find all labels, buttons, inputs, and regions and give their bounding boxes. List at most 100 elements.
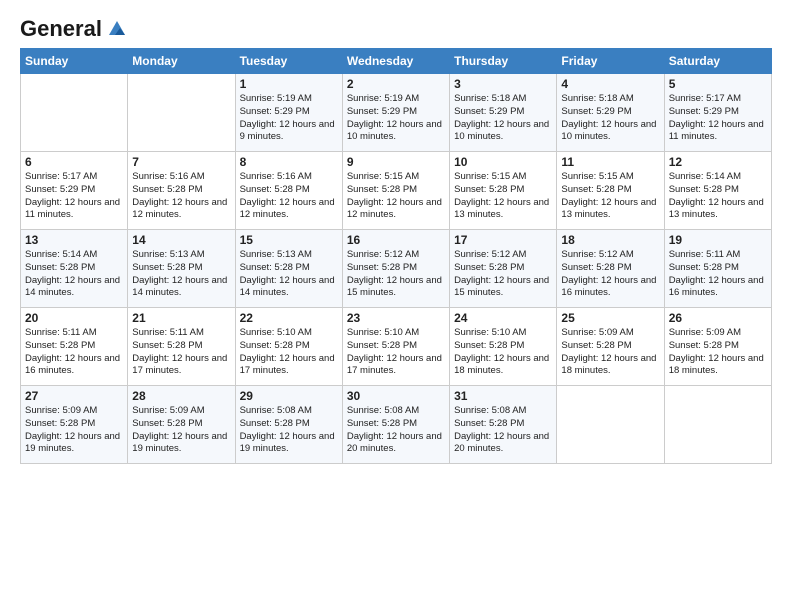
day-info: Sunrise: 5:12 AMSunset: 5:28 PMDaylight:… <box>347 249 445 300</box>
day-cell-23: 23 Sunrise: 5:10 AMSunset: 5:28 PMDayligh… <box>342 308 449 386</box>
day-cell-18: 18 Sunrise: 5:12 AMSunset: 5:28 PMDayligh… <box>557 230 664 308</box>
week-row-4: 20 Sunrise: 5:11 AMSunset: 5:28 PMDayligh… <box>21 308 772 386</box>
weekday-header-wednesday: Wednesday <box>342 49 449 74</box>
day-cell-29: 29Sunrise: 5:08 AMSunset: 5:28 PMDayligh… <box>235 386 342 464</box>
top-bar: General <box>20 16 772 40</box>
day-info: Sunrise: 5:14 AMSunset: 5:28 PMDaylight:… <box>25 249 123 300</box>
day-number: 12 <box>669 155 767 169</box>
day-cell-12: 12 Sunrise: 5:14 AMSunset: 5:28 PMDayligh… <box>664 152 771 230</box>
day-number: 19 <box>669 233 767 247</box>
weekday-header-saturday: Saturday <box>664 49 771 74</box>
day-number: 22 <box>240 311 338 325</box>
day-number: 24 <box>454 311 552 325</box>
day-cell-16: 16 Sunrise: 5:12 AMSunset: 5:28 PMDayligh… <box>342 230 449 308</box>
day-cell-5: 5 Sunrise: 5:17 AMSunset: 5:29 PMDaylight… <box>664 74 771 152</box>
week-row-3: 13Sunrise: 5:14 AMSunset: 5:28 PMDayligh… <box>21 230 772 308</box>
empty-cell <box>664 386 771 464</box>
day-info: Sunrise: 5:10 AMSunset: 5:28 PMDaylight:… <box>240 327 338 378</box>
day-number: 4 <box>561 77 659 91</box>
day-cell-1: 1Sunrise: 5:19 AMSunset: 5:29 PMDaylight… <box>235 74 342 152</box>
day-number: 9 <box>347 155 445 169</box>
day-number: 7 <box>132 155 230 169</box>
day-number: 21 <box>132 311 230 325</box>
day-info: Sunrise: 5:18 AMSunset: 5:29 PMDaylight:… <box>454 93 552 144</box>
day-number: 18 <box>561 233 659 247</box>
day-info: Sunrise: 5:15 AMSunset: 5:28 PMDaylight:… <box>561 171 659 222</box>
day-number: 28 <box>132 389 230 403</box>
day-info: Sunrise: 5:16 AMSunset: 5:28 PMDaylight:… <box>240 171 338 222</box>
day-info: Sunrise: 5:11 AMSunset: 5:28 PMDaylight:… <box>25 327 123 378</box>
day-cell-7: 7 Sunrise: 5:16 AMSunset: 5:28 PMDaylight… <box>128 152 235 230</box>
day-info: Sunrise: 5:18 AMSunset: 5:29 PMDaylight:… <box>561 93 659 144</box>
day-info: Sunrise: 5:19 AMSunset: 5:29 PMDaylight:… <box>240 93 338 144</box>
empty-cell <box>21 74 128 152</box>
day-info: Sunrise: 5:09 AMSunset: 5:28 PMDaylight:… <box>25 405 123 456</box>
logo-general-text: General <box>20 16 102 42</box>
day-info: Sunrise: 5:08 AMSunset: 5:28 PMDaylight:… <box>347 405 445 456</box>
day-cell-30: 30 Sunrise: 5:08 AMSunset: 5:28 PMDayligh… <box>342 386 449 464</box>
week-row-1: 1Sunrise: 5:19 AMSunset: 5:29 PMDaylight… <box>21 74 772 152</box>
day-number: 5 <box>669 77 767 91</box>
day-cell-13: 13Sunrise: 5:14 AMSunset: 5:28 PMDayligh… <box>21 230 128 308</box>
weekday-header-friday: Friday <box>557 49 664 74</box>
day-cell-22: 22 Sunrise: 5:10 AMSunset: 5:28 PMDayligh… <box>235 308 342 386</box>
day-cell-3: 3 Sunrise: 5:18 AMSunset: 5:29 PMDaylight… <box>450 74 557 152</box>
day-number: 29 <box>240 389 338 403</box>
day-cell-10: 10 Sunrise: 5:15 AMSunset: 5:28 PMDayligh… <box>450 152 557 230</box>
day-number: 23 <box>347 311 445 325</box>
day-number: 2 <box>347 77 445 91</box>
weekday-header-tuesday: Tuesday <box>235 49 342 74</box>
day-info: Sunrise: 5:13 AMSunset: 5:28 PMDaylight:… <box>132 249 230 300</box>
week-row-5: 27 Sunrise: 5:09 AMSunset: 5:28 PMDayligh… <box>21 386 772 464</box>
day-cell-24: 24 Sunrise: 5:10 AMSunset: 5:28 PMDayligh… <box>450 308 557 386</box>
day-cell-9: 9 Sunrise: 5:15 AMSunset: 5:28 PMDaylight… <box>342 152 449 230</box>
calendar-table: SundayMondayTuesdayWednesdayThursdayFrid… <box>20 48 772 464</box>
day-cell-11: 11Sunrise: 5:15 AMSunset: 5:28 PMDayligh… <box>557 152 664 230</box>
day-cell-17: 17 Sunrise: 5:12 AMSunset: 5:28 PMDayligh… <box>450 230 557 308</box>
day-number: 3 <box>454 77 552 91</box>
day-cell-20: 20 Sunrise: 5:11 AMSunset: 5:28 PMDayligh… <box>21 308 128 386</box>
day-info: Sunrise: 5:09 AMSunset: 5:28 PMDaylight:… <box>669 327 767 378</box>
day-number: 10 <box>454 155 552 169</box>
day-cell-25: 25Sunrise: 5:09 AMSunset: 5:28 PMDayligh… <box>557 308 664 386</box>
day-number: 16 <box>347 233 445 247</box>
day-cell-27: 27 Sunrise: 5:09 AMSunset: 5:28 PMDayligh… <box>21 386 128 464</box>
day-info: Sunrise: 5:15 AMSunset: 5:28 PMDaylight:… <box>454 171 552 222</box>
weekday-header-sunday: Sunday <box>21 49 128 74</box>
day-number: 20 <box>25 311 123 325</box>
day-number: 26 <box>669 311 767 325</box>
day-info: Sunrise: 5:09 AMSunset: 5:28 PMDaylight:… <box>132 405 230 456</box>
day-cell-31: 31Sunrise: 5:08 AMSunset: 5:28 PMDayligh… <box>450 386 557 464</box>
day-info: Sunrise: 5:13 AMSunset: 5:28 PMDaylight:… <box>240 249 338 300</box>
week-row-2: 6Sunrise: 5:17 AMSunset: 5:29 PMDaylight… <box>21 152 772 230</box>
day-info: Sunrise: 5:11 AMSunset: 5:28 PMDaylight:… <box>669 249 767 300</box>
day-number: 15 <box>240 233 338 247</box>
day-number: 30 <box>347 389 445 403</box>
day-info: Sunrise: 5:19 AMSunset: 5:29 PMDaylight:… <box>347 93 445 144</box>
day-info: Sunrise: 5:17 AMSunset: 5:29 PMDaylight:… <box>669 93 767 144</box>
logo-icon <box>106 18 128 40</box>
day-cell-21: 21Sunrise: 5:11 AMSunset: 5:28 PMDayligh… <box>128 308 235 386</box>
day-info: Sunrise: 5:08 AMSunset: 5:28 PMDaylight:… <box>454 405 552 456</box>
day-number: 14 <box>132 233 230 247</box>
day-cell-2: 2 Sunrise: 5:19 AMSunset: 5:29 PMDaylight… <box>342 74 449 152</box>
day-number: 8 <box>240 155 338 169</box>
day-info: Sunrise: 5:12 AMSunset: 5:28 PMDaylight:… <box>454 249 552 300</box>
day-info: Sunrise: 5:14 AMSunset: 5:28 PMDaylight:… <box>669 171 767 222</box>
day-info: Sunrise: 5:10 AMSunset: 5:28 PMDaylight:… <box>454 327 552 378</box>
empty-cell <box>557 386 664 464</box>
day-info: Sunrise: 5:12 AMSunset: 5:28 PMDaylight:… <box>561 249 659 300</box>
day-info: Sunrise: 5:10 AMSunset: 5:28 PMDaylight:… <box>347 327 445 378</box>
day-info: Sunrise: 5:15 AMSunset: 5:28 PMDaylight:… <box>347 171 445 222</box>
day-number: 6 <box>25 155 123 169</box>
day-cell-15: 15 Sunrise: 5:13 AMSunset: 5:28 PMDayligh… <box>235 230 342 308</box>
calendar-page: General SundayMondayTuesdayWednesdayThur… <box>0 0 792 612</box>
day-number: 27 <box>25 389 123 403</box>
day-cell-14: 14 Sunrise: 5:13 AMSunset: 5:28 PMDayligh… <box>128 230 235 308</box>
weekday-header-row: SundayMondayTuesdayWednesdayThursdayFrid… <box>21 49 772 74</box>
weekday-header-thursday: Thursday <box>450 49 557 74</box>
day-number: 17 <box>454 233 552 247</box>
day-cell-6: 6Sunrise: 5:17 AMSunset: 5:29 PMDaylight… <box>21 152 128 230</box>
day-info: Sunrise: 5:16 AMSunset: 5:28 PMDaylight:… <box>132 171 230 222</box>
day-cell-28: 28 Sunrise: 5:09 AMSunset: 5:28 PMDayligh… <box>128 386 235 464</box>
